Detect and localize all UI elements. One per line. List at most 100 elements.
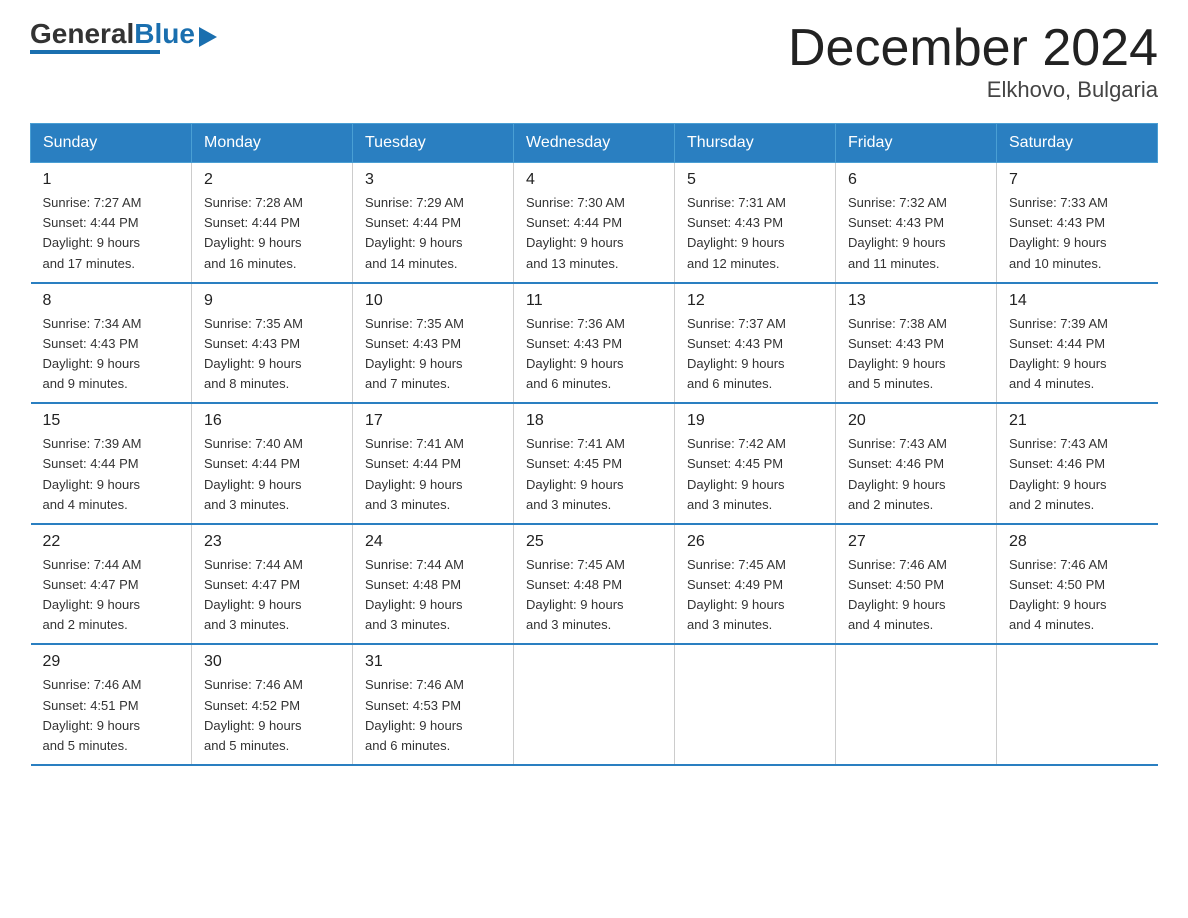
day-number: 26 <box>687 533 823 551</box>
header-monday: Monday <box>192 124 353 163</box>
calendar-cell: 13 Sunrise: 7:38 AM Sunset: 4:43 PM Dayl… <box>836 283 997 404</box>
day-info: Sunrise: 7:43 AM Sunset: 4:46 PM Dayligh… <box>1009 434 1146 515</box>
calendar-cell: 28 Sunrise: 7:46 AM Sunset: 4:50 PM Dayl… <box>997 524 1158 645</box>
day-info: Sunrise: 7:36 AM Sunset: 4:43 PM Dayligh… <box>526 314 662 395</box>
day-info: Sunrise: 7:39 AM Sunset: 4:44 PM Dayligh… <box>1009 314 1146 395</box>
day-number: 29 <box>43 653 180 671</box>
day-info: Sunrise: 7:41 AM Sunset: 4:44 PM Dayligh… <box>365 434 501 515</box>
day-number: 6 <box>848 171 984 189</box>
location-subtitle: Elkhovo, Bulgaria <box>788 77 1158 103</box>
day-info: Sunrise: 7:27 AM Sunset: 4:44 PM Dayligh… <box>43 193 180 274</box>
calendar-cell: 6 Sunrise: 7:32 AM Sunset: 4:43 PM Dayli… <box>836 163 997 283</box>
day-info: Sunrise: 7:44 AM Sunset: 4:47 PM Dayligh… <box>43 555 180 636</box>
day-info: Sunrise: 7:46 AM Sunset: 4:50 PM Dayligh… <box>848 555 984 636</box>
day-number: 11 <box>526 292 662 310</box>
day-number: 16 <box>204 412 340 430</box>
calendar-cell: 14 Sunrise: 7:39 AM Sunset: 4:44 PM Dayl… <box>997 283 1158 404</box>
day-info: Sunrise: 7:30 AM Sunset: 4:44 PM Dayligh… <box>526 193 662 274</box>
calendar-cell: 18 Sunrise: 7:41 AM Sunset: 4:45 PM Dayl… <box>514 403 675 524</box>
calendar-cell: 8 Sunrise: 7:34 AM Sunset: 4:43 PM Dayli… <box>31 283 192 404</box>
calendar-cell: 22 Sunrise: 7:44 AM Sunset: 4:47 PM Dayl… <box>31 524 192 645</box>
calendar-cell: 12 Sunrise: 7:37 AM Sunset: 4:43 PM Dayl… <box>675 283 836 404</box>
calendar-cell: 10 Sunrise: 7:35 AM Sunset: 4:43 PM Dayl… <box>353 283 514 404</box>
calendar-cell: 23 Sunrise: 7:44 AM Sunset: 4:47 PM Dayl… <box>192 524 353 645</box>
calendar-cell: 2 Sunrise: 7:28 AM Sunset: 4:44 PM Dayli… <box>192 163 353 283</box>
day-info: Sunrise: 7:40 AM Sunset: 4:44 PM Dayligh… <box>204 434 340 515</box>
calendar-cell: 27 Sunrise: 7:46 AM Sunset: 4:50 PM Dayl… <box>836 524 997 645</box>
day-info: Sunrise: 7:32 AM Sunset: 4:43 PM Dayligh… <box>848 193 984 274</box>
day-number: 5 <box>687 171 823 189</box>
day-number: 9 <box>204 292 340 310</box>
day-number: 27 <box>848 533 984 551</box>
day-number: 24 <box>365 533 501 551</box>
day-info: Sunrise: 7:31 AM Sunset: 4:43 PM Dayligh… <box>687 193 823 274</box>
day-number: 30 <box>204 653 340 671</box>
page-header: GeneralBlue December 2024 Elkhovo, Bulga… <box>30 20 1158 103</box>
day-info: Sunrise: 7:35 AM Sunset: 4:43 PM Dayligh… <box>204 314 340 395</box>
day-info: Sunrise: 7:35 AM Sunset: 4:43 PM Dayligh… <box>365 314 501 395</box>
title-section: December 2024 Elkhovo, Bulgaria <box>788 20 1158 103</box>
day-info: Sunrise: 7:44 AM Sunset: 4:48 PM Dayligh… <box>365 555 501 636</box>
day-info: Sunrise: 7:46 AM Sunset: 4:50 PM Dayligh… <box>1009 555 1146 636</box>
calendar-cell: 9 Sunrise: 7:35 AM Sunset: 4:43 PM Dayli… <box>192 283 353 404</box>
day-number: 8 <box>43 292 180 310</box>
logo: GeneralBlue <box>30 20 217 54</box>
day-number: 23 <box>204 533 340 551</box>
logo-underline <box>30 50 160 54</box>
day-number: 19 <box>687 412 823 430</box>
calendar-cell: 24 Sunrise: 7:44 AM Sunset: 4:48 PM Dayl… <box>353 524 514 645</box>
day-number: 12 <box>687 292 823 310</box>
day-info: Sunrise: 7:29 AM Sunset: 4:44 PM Dayligh… <box>365 193 501 274</box>
day-number: 13 <box>848 292 984 310</box>
calendar-cell: 25 Sunrise: 7:45 AM Sunset: 4:48 PM Dayl… <box>514 524 675 645</box>
calendar-cell <box>997 644 1158 765</box>
day-number: 2 <box>204 171 340 189</box>
day-info: Sunrise: 7:45 AM Sunset: 4:49 PM Dayligh… <box>687 555 823 636</box>
calendar-cell: 20 Sunrise: 7:43 AM Sunset: 4:46 PM Dayl… <box>836 403 997 524</box>
header-wednesday: Wednesday <box>514 124 675 163</box>
logo-general: General <box>30 18 134 49</box>
header-tuesday: Tuesday <box>353 124 514 163</box>
day-number: 28 <box>1009 533 1146 551</box>
day-info: Sunrise: 7:46 AM Sunset: 4:53 PM Dayligh… <box>365 675 501 756</box>
calendar-table: Sunday Monday Tuesday Wednesday Thursday… <box>30 123 1158 766</box>
header-thursday: Thursday <box>675 124 836 163</box>
logo-arrow-icon <box>199 27 217 47</box>
calendar-week-row: 8 Sunrise: 7:34 AM Sunset: 4:43 PM Dayli… <box>31 283 1158 404</box>
day-number: 10 <box>365 292 501 310</box>
day-info: Sunrise: 7:39 AM Sunset: 4:44 PM Dayligh… <box>43 434 180 515</box>
day-number: 22 <box>43 533 180 551</box>
header-saturday: Saturday <box>997 124 1158 163</box>
day-number: 15 <box>43 412 180 430</box>
calendar-week-row: 15 Sunrise: 7:39 AM Sunset: 4:44 PM Dayl… <box>31 403 1158 524</box>
day-number: 4 <box>526 171 662 189</box>
calendar-week-row: 22 Sunrise: 7:44 AM Sunset: 4:47 PM Dayl… <box>31 524 1158 645</box>
day-number: 25 <box>526 533 662 551</box>
header-friday: Friday <box>836 124 997 163</box>
day-number: 18 <box>526 412 662 430</box>
day-info: Sunrise: 7:34 AM Sunset: 4:43 PM Dayligh… <box>43 314 180 395</box>
day-info: Sunrise: 7:28 AM Sunset: 4:44 PM Dayligh… <box>204 193 340 274</box>
month-year-title: December 2024 <box>788 20 1158 77</box>
calendar-header-row: Sunday Monday Tuesday Wednesday Thursday… <box>31 124 1158 163</box>
calendar-cell: 17 Sunrise: 7:41 AM Sunset: 4:44 PM Dayl… <box>353 403 514 524</box>
header-sunday: Sunday <box>31 124 192 163</box>
calendar-cell: 30 Sunrise: 7:46 AM Sunset: 4:52 PM Dayl… <box>192 644 353 765</box>
day-info: Sunrise: 7:42 AM Sunset: 4:45 PM Dayligh… <box>687 434 823 515</box>
calendar-cell: 21 Sunrise: 7:43 AM Sunset: 4:46 PM Dayl… <box>997 403 1158 524</box>
calendar-week-row: 29 Sunrise: 7:46 AM Sunset: 4:51 PM Dayl… <box>31 644 1158 765</box>
calendar-cell: 15 Sunrise: 7:39 AM Sunset: 4:44 PM Dayl… <box>31 403 192 524</box>
day-number: 31 <box>365 653 501 671</box>
calendar-cell: 19 Sunrise: 7:42 AM Sunset: 4:45 PM Dayl… <box>675 403 836 524</box>
calendar-cell <box>675 644 836 765</box>
day-info: Sunrise: 7:37 AM Sunset: 4:43 PM Dayligh… <box>687 314 823 395</box>
calendar-cell: 1 Sunrise: 7:27 AM Sunset: 4:44 PM Dayli… <box>31 163 192 283</box>
calendar-cell: 29 Sunrise: 7:46 AM Sunset: 4:51 PM Dayl… <box>31 644 192 765</box>
day-info: Sunrise: 7:45 AM Sunset: 4:48 PM Dayligh… <box>526 555 662 636</box>
calendar-cell: 11 Sunrise: 7:36 AM Sunset: 4:43 PM Dayl… <box>514 283 675 404</box>
calendar-cell: 26 Sunrise: 7:45 AM Sunset: 4:49 PM Dayl… <box>675 524 836 645</box>
calendar-cell: 3 Sunrise: 7:29 AM Sunset: 4:44 PM Dayli… <box>353 163 514 283</box>
day-info: Sunrise: 7:46 AM Sunset: 4:51 PM Dayligh… <box>43 675 180 756</box>
calendar-cell <box>836 644 997 765</box>
calendar-cell <box>514 644 675 765</box>
